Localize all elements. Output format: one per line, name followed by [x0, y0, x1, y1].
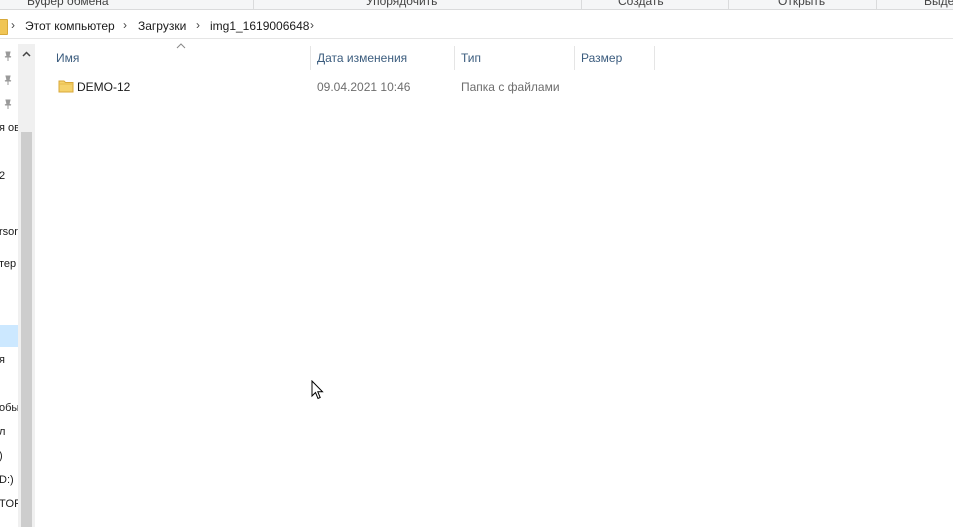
breadcrumb-current-folder[interactable]: img1_1619006648	[210, 19, 309, 33]
nav-item[interactable]: )	[0, 450, 3, 462]
ribbon-divider	[876, 0, 877, 9]
file-type: Папка с файлами	[461, 80, 560, 94]
nav-item[interactable]: TOP	[0, 498, 18, 510]
file-name[interactable]: DEMO-12	[77, 80, 130, 94]
navigation-pane[interactable]: я ов 2 rsor тер я обы л ) D:) TOP	[0, 44, 18, 527]
ribbon-divider	[581, 0, 582, 9]
ribbon-group-open: Открыть	[778, 0, 826, 8]
ribbon-group-clipboard: Буфер обмена	[27, 0, 109, 8]
ribbon-divider	[728, 0, 729, 9]
chevron-right-icon[interactable]: ›	[310, 18, 314, 32]
nav-item[interactable]: я	[0, 354, 5, 366]
ribbon-group-labels: Буфер обмена Упорядочить Создать Открыть…	[0, 0, 953, 10]
pin-icon[interactable]	[2, 50, 14, 62]
pin-icon[interactable]	[2, 98, 14, 110]
nav-item[interactable]: обы	[0, 402, 18, 414]
ribbon-group-organize: Упорядочить	[366, 0, 438, 8]
file-row[interactable]: DEMO-12 09.04.2021 10:46 Папка с файлами	[50, 76, 610, 98]
nav-item[interactable]: D:)	[0, 474, 14, 486]
scroll-thumb[interactable]	[21, 132, 32, 527]
nav-item[interactable]: rsor	[0, 226, 18, 238]
ribbon-group-new: Создать	[618, 0, 664, 8]
chevron-right-icon[interactable]: ›	[123, 18, 127, 32]
address-bar[interactable]: › Этот компьютер › Загрузки › img1_16190…	[0, 15, 953, 39]
folder-icon	[58, 80, 74, 93]
column-header-size[interactable]: Размер	[575, 46, 654, 70]
pin-icon[interactable]	[2, 74, 14, 86]
breadcrumb-downloads[interactable]: Загрузки	[138, 19, 186, 33]
nav-item[interactable]: я ов	[0, 122, 18, 134]
ribbon-group-select: Выдел	[924, 0, 953, 8]
column-header-date[interactable]: Дата изменения	[311, 46, 454, 70]
column-divider[interactable]	[654, 46, 655, 70]
mouse-cursor-icon	[311, 380, 324, 400]
nav-item-selected[interactable]	[0, 325, 18, 347]
file-date-modified: 09.04.2021 10:46	[317, 80, 411, 94]
folder-icon	[0, 19, 8, 35]
breadcrumb-this-pc[interactable]: Этот компьютер	[25, 19, 115, 33]
column-header-type[interactable]: Тип	[455, 46, 574, 70]
nav-scrollbar[interactable]	[18, 44, 35, 527]
column-header-name[interactable]: Имя	[50, 46, 310, 70]
nav-item[interactable]: 2	[0, 170, 5, 182]
chevron-right-icon[interactable]: ›	[196, 18, 200, 32]
nav-item[interactable]: л	[0, 426, 5, 438]
nav-item[interactable]: тер	[0, 258, 16, 270]
chevron-right-icon[interactable]: ›	[11, 18, 15, 32]
chevron-up-icon[interactable]	[20, 48, 33, 61]
ribbon-divider	[253, 0, 254, 9]
